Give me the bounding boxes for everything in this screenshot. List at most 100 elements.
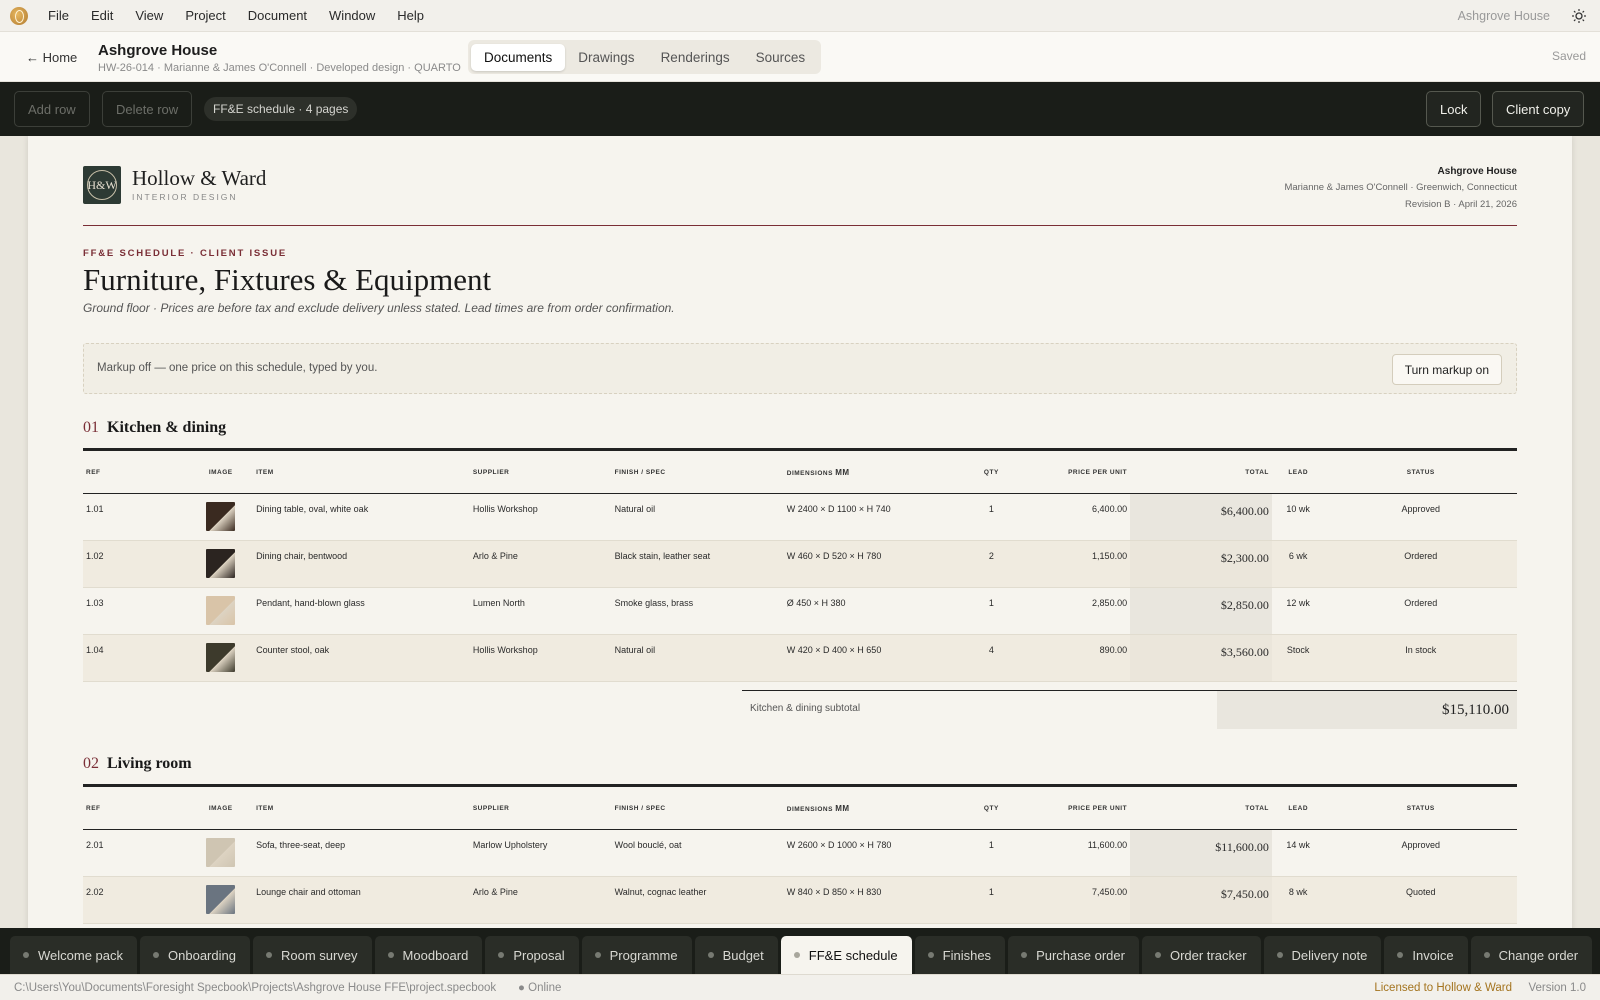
supplier-cell[interactable]: Lumen North xyxy=(469,587,612,635)
status-cell[interactable]: Approved xyxy=(1324,493,1517,541)
item-cell[interactable]: Dining chair, bentwood xyxy=(253,540,470,588)
price-cell[interactable]: 1,150.00 xyxy=(1016,540,1131,588)
item-cell[interactable]: Pendant, hand-blown glass xyxy=(253,587,470,635)
finish-cell[interactable]: Natural oil xyxy=(611,634,784,682)
product-thumbnail[interactable] xyxy=(206,595,236,625)
lead-cell[interactable]: 10 wk xyxy=(1271,493,1325,541)
doc-tab[interactable]: Change order xyxy=(1470,936,1593,974)
supplier-cell[interactable]: Arlo & Pine xyxy=(469,876,612,924)
column-header-ref[interactable]: REF xyxy=(83,453,189,494)
turn-markup-on-button[interactable]: Turn markup on xyxy=(1391,354,1502,385)
status-cell[interactable]: Ordered xyxy=(1324,587,1517,635)
status-cell[interactable]: In stock xyxy=(1324,634,1517,682)
supplier-cell[interactable]: Hollis Workshop xyxy=(469,493,612,541)
tab-documents[interactable]: Documents xyxy=(471,43,566,71)
supplier-cell[interactable]: Marlow Upholstery xyxy=(469,829,612,877)
price-cell[interactable]: 7,450.00 xyxy=(1016,876,1131,924)
column-header-total[interactable]: TOTAL xyxy=(1130,453,1272,494)
table-row[interactable]: 2.01 Sofa, three-seat, deep Marlow Upholst… xyxy=(83,829,1517,877)
column-header-price[interactable]: PRICE PER UNIT xyxy=(1016,789,1131,830)
document-note[interactable]: Ground floor · Prices are before tax and… xyxy=(83,301,675,315)
column-header-status[interactable]: STATUS xyxy=(1324,789,1517,830)
doc-tab[interactable]: Room survey xyxy=(252,936,372,974)
tab-sources[interactable]: Sources xyxy=(743,44,819,71)
qty-cell[interactable]: 2 xyxy=(966,540,1017,588)
total-cell[interactable]: $11,600.00 xyxy=(1130,829,1272,877)
column-header-dims[interactable]: DIMENSIONS MM xyxy=(783,789,967,830)
item-cell[interactable]: Sofa, three-seat, deep xyxy=(253,829,470,877)
total-cell[interactable]: $2,300.00 xyxy=(1130,540,1272,588)
doc-tab[interactable]: Proposal xyxy=(485,936,579,974)
finish-cell[interactable]: Walnut, cognac leather xyxy=(611,876,784,924)
supplier-cell[interactable]: Hollis Workshop xyxy=(469,634,612,682)
qty-cell[interactable]: 1 xyxy=(966,876,1017,924)
price-cell[interactable]: 890.00 xyxy=(1016,634,1131,682)
qty-cell[interactable]: 1 xyxy=(966,587,1017,635)
status-cell[interactable]: Ordered xyxy=(1324,540,1517,588)
finish-cell[interactable]: Black stain, leather seat xyxy=(611,540,784,588)
column-header-supplier[interactable]: SUPPLIER xyxy=(469,453,612,494)
column-header-image[interactable]: IMAGE xyxy=(188,453,254,494)
price-cell[interactable]: 11,600.00 xyxy=(1016,829,1131,877)
qty-cell[interactable]: 1 xyxy=(966,829,1017,877)
doc-tab[interactable]: Finishes xyxy=(914,936,1006,974)
column-header-dims[interactable]: DIMENSIONS MM xyxy=(783,453,967,494)
dimensions-cell[interactable]: W 2400 × D 1100 × H 740 xyxy=(783,493,967,541)
price-cell[interactable]: 6,400.00 xyxy=(1016,493,1131,541)
product-thumbnail[interactable] xyxy=(206,837,236,867)
qty-cell[interactable]: 1 xyxy=(966,493,1017,541)
table-row[interactable]: 2.02 Lounge chair and ottoman Arlo & Pine W… xyxy=(83,876,1517,924)
dimensions-cell[interactable]: W 460 × D 520 × H 780 xyxy=(783,540,967,588)
column-header-supplier[interactable]: SUPPLIER xyxy=(469,789,612,830)
lead-cell[interactable]: 8 wk xyxy=(1271,876,1325,924)
column-header-qty[interactable]: QTY xyxy=(966,789,1017,830)
table-row[interactable]: 1.04 Counter stool, oak Hollis Workshop Nat… xyxy=(83,634,1517,682)
finish-cell[interactable]: Smoke glass, brass xyxy=(611,587,784,635)
dimensions-cell[interactable]: W 840 × D 850 × H 830 xyxy=(783,876,967,924)
doc-tab[interactable]: Invoice xyxy=(1384,936,1468,974)
column-header-lead[interactable]: LEAD xyxy=(1271,789,1325,830)
column-header-ref[interactable]: REF xyxy=(83,789,189,830)
menu-edit[interactable]: Edit xyxy=(91,8,113,23)
doc-tab[interactable]: Moodboard xyxy=(374,936,483,974)
column-header-qty[interactable]: QTY xyxy=(966,453,1017,494)
item-cell[interactable]: Lounge chair and ottoman xyxy=(253,876,470,924)
image-cell[interactable] xyxy=(188,829,254,877)
image-cell[interactable] xyxy=(188,876,254,924)
price-cell[interactable]: 2,850.00 xyxy=(1016,587,1131,635)
total-cell[interactable]: $3,560.00 xyxy=(1130,634,1272,682)
sun-icon[interactable] xyxy=(1572,9,1586,23)
table-row[interactable]: 1.03 Pendant, hand-blown glass Lumen North… xyxy=(83,587,1517,635)
lead-cell[interactable]: 6 wk xyxy=(1271,540,1325,588)
lead-cell[interactable]: 14 wk xyxy=(1271,829,1325,877)
home-link[interactable]: ← Home xyxy=(26,50,77,65)
status-cell[interactable]: Quoted xyxy=(1324,876,1517,924)
ref-cell[interactable]: 1.01 xyxy=(83,493,189,541)
menu-project[interactable]: Project xyxy=(185,8,225,23)
finish-cell[interactable]: Natural oil xyxy=(611,493,784,541)
menu-window[interactable]: Window xyxy=(329,8,375,23)
column-header-status[interactable]: STATUS xyxy=(1324,453,1517,494)
ref-cell[interactable]: 1.04 xyxy=(83,634,189,682)
ref-cell[interactable]: 1.02 xyxy=(83,540,189,588)
column-header-total[interactable]: TOTAL xyxy=(1130,789,1272,830)
menu-document[interactable]: Document xyxy=(248,8,307,23)
image-cell[interactable] xyxy=(188,587,254,635)
image-cell[interactable] xyxy=(188,540,254,588)
product-thumbnail[interactable] xyxy=(206,501,236,531)
doc-tab[interactable]: Order tracker xyxy=(1141,936,1261,974)
dimensions-cell[interactable]: W 420 × D 400 × H 650 xyxy=(783,634,967,682)
doc-tab[interactable]: FF&E schedule xyxy=(780,936,912,974)
column-header-item[interactable]: ITEM xyxy=(253,789,470,830)
image-cell[interactable] xyxy=(188,493,254,541)
doc-tab[interactable]: Delivery note xyxy=(1263,936,1382,974)
lock-button[interactable]: Lock xyxy=(1426,91,1482,127)
qty-cell[interactable]: 4 xyxy=(966,634,1017,682)
app-logo-icon[interactable] xyxy=(10,6,28,25)
column-header-finish[interactable]: FINISH / SPEC xyxy=(611,453,784,494)
total-cell[interactable]: $7,450.00 xyxy=(1130,876,1272,924)
finish-cell[interactable]: Wool bouclé, oat xyxy=(611,829,784,877)
product-thumbnail[interactable] xyxy=(206,884,236,914)
item-cell[interactable]: Dining table, oval, white oak xyxy=(253,493,470,541)
document-canvas[interactable]: H&W Hollow & Ward INTERIOR DESIGN Ashgro… xyxy=(0,136,1600,928)
